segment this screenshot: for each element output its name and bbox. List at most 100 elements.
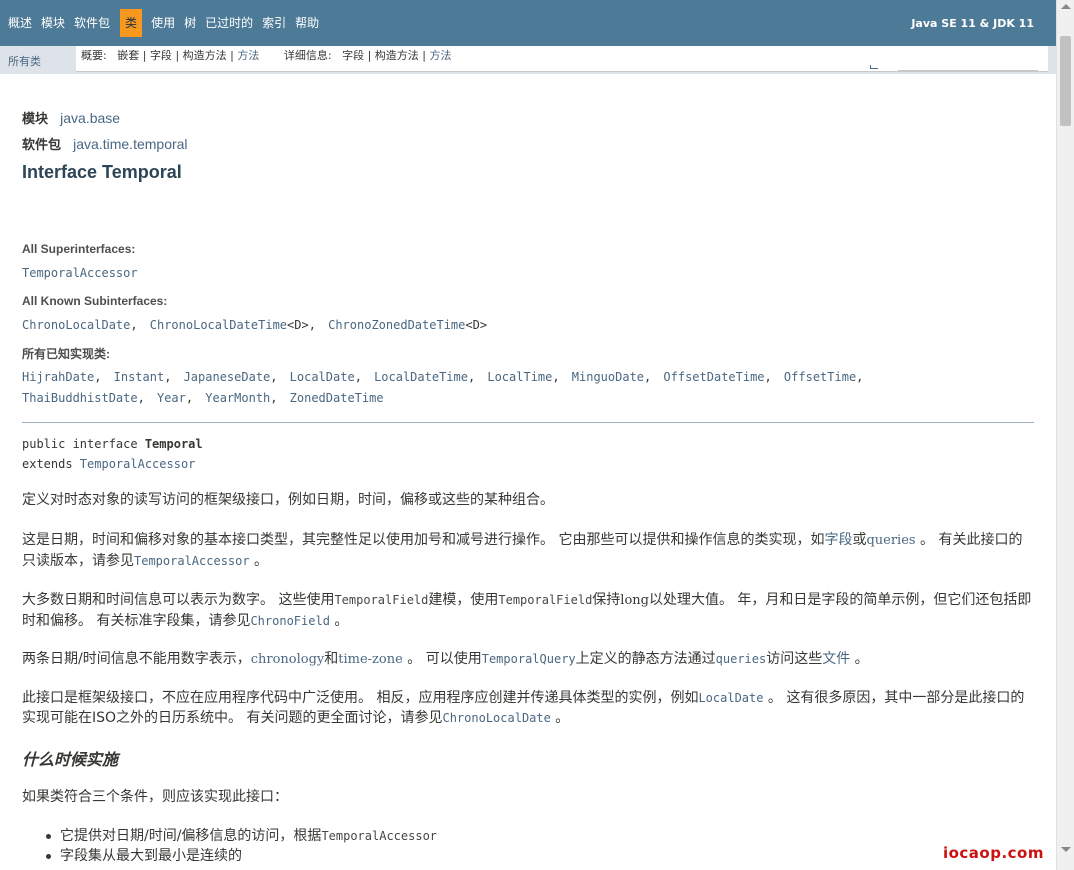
detail-method-link[interactable]: 方法 [430,49,452,62]
scroll-down-icon[interactable] [1061,847,1071,852]
sub-nav-links: 概要: 嵌套 | 字段 | 构造方法 | 方法 详细信息: 字段 | 构造方法 … [76,46,1048,72]
description-p1: 定义对时态对象的读写访问的框架级接口，例如日期，时间，偏移或这些的某种组合。 [22,492,554,508]
vertical-scrollbar[interactable] [1056,0,1074,870]
code-link[interactable]: ChronoLocalDate [442,711,550,725]
superinterface-link[interactable]: TemporalAccessor [22,266,138,280]
decl-extends: extends [22,457,80,471]
summary-nested: 嵌套 [117,49,140,62]
nav-tree[interactable]: 树 [180,9,200,37]
fields-link[interactable]: 字段 [824,532,852,548]
subinterface-link[interactable]: ChronoLocalDateTime [150,318,287,332]
text: 和 [324,651,339,667]
class-link[interactable]: OffsetTime [784,370,856,384]
top-nav-bar: 概述 模块 软件包 类 使用 树 已过时的 索引 帮助 Java SE 11 &… [0,0,1056,46]
nav-class[interactable]: 类 [120,9,143,37]
decl-name: Temporal [144,437,203,451]
detail-constructor: 构造方法 [374,49,419,62]
list-item: 它提供对日期/时间/偏移信息的访问，根据TemporalAccessor [46,826,437,846]
queries-link[interactable]: queries [866,533,915,548]
when-intro: 如果类符合三个条件，则应该实现此接口： [22,789,288,805]
scroll-up-icon[interactable] [1061,4,1071,9]
sep: | [142,49,147,62]
implementing-classes-list: HijrahDate, Instant, JapaneseDate, Local… [22,367,1032,409]
superinterfaces-label: All Superinterfaces: [22,242,136,256]
sep: | [230,49,234,62]
class-link[interactable]: LocalDateTime [374,370,468,384]
detail-label: 详细信息: [283,49,332,62]
text: 。 [329,613,349,629]
text: 两条日期/时间信息不能用数字表示， [22,651,251,667]
superinterfaces-list: TemporalAccessor [22,263,1032,284]
class-link[interactable]: MinguoDate [572,370,644,384]
class-link[interactable]: LocalDate [290,370,355,384]
summary-constructor: 构造方法 [182,49,227,62]
code-link[interactable]: TemporalQuery [482,652,576,666]
nav-index[interactable]: 索引 [258,9,290,37]
nav-deprecated[interactable]: 已过时的 [201,9,257,37]
code-text: long [620,593,649,608]
description-p4: 两条日期/时间信息不能用数字表示，chronology和time-zone 。 … [22,649,1032,670]
class-link[interactable]: HijrahDate [22,370,94,384]
class-link[interactable]: ZonedDateTime [290,391,384,405]
sub-nav-bar: 所有类 概要: 嵌套 | 字段 | 构造方法 | 方法 详细信息: 字段 | 构… [0,46,1056,74]
nav-module[interactable]: 模块 [37,9,69,37]
code-link[interactable]: LocalDate [698,691,763,705]
subinterface-link[interactable]: ChronoZonedDateTime [328,318,465,332]
watermark: iocaop.com [942,844,1044,862]
class-link[interactable]: OffsetDateTime [663,370,764,384]
chronology-link[interactable]: chronology [251,652,325,667]
summary-method-link[interactable]: 方法 [237,49,259,62]
divider [22,422,1034,423]
page-title: Interface Temporal [22,162,182,182]
time-zone-link[interactable]: time-zone [338,652,403,667]
class-link[interactable]: LocalTime [487,370,552,384]
code-link[interactable]: ChronoField [250,614,329,628]
description-p3: 大多数日期和时间信息可以表示为数字。 这些使用TemporalField建模，使… [22,590,1032,631]
package-link[interactable]: java.time.temporal [73,136,187,152]
module-link[interactable]: java.base [60,110,120,126]
subinterface-link[interactable]: ChronoLocalDate [22,318,130,332]
detail-field: 字段 [342,49,365,62]
class-link[interactable]: ThaiBuddhistDate [22,391,138,405]
text: 这是日期，时间和偏移对象的基本接口类型，其完整性足以使用加号和减号进行操作。 它… [22,532,825,548]
all-classes-link[interactable]: 所有类 [8,53,41,69]
docs-link[interactable]: 文件 [822,651,850,667]
implementing-row-1: HijrahDate, Instant, JapaneseDate, Local… [22,370,864,384]
nav-package[interactable]: 软件包 [70,9,114,37]
code-link[interactable]: TemporalAccessor [134,554,250,568]
generic-param: <D> [465,318,488,332]
description-p2: 这是日期，时间和偏移对象的基本接口类型，其完整性足以使用加号和减号进行操作。 它… [22,530,1032,571]
text: 或 [852,532,867,548]
sep: | [367,49,372,62]
sep: | [175,49,180,62]
summary-field: 字段 [149,49,172,62]
package-label: 软件包 [22,138,62,153]
code-link[interactable]: queries [716,652,767,666]
code-text: TemporalField [334,593,429,607]
text: 此接口是框架级接口，不应在应用程序代码中广泛使用。 相反，应用程序应创建并传递具… [22,690,699,706]
generic-param: <D> [287,318,309,332]
module-row: 模块 java.base [22,108,120,127]
module-label: 模块 [22,112,49,127]
nav-help[interactable]: 帮助 [291,9,323,37]
class-link[interactable]: JapaneseDate [184,370,271,384]
nav-use[interactable]: 使用 [147,9,179,37]
code-text: TemporalField [498,593,593,607]
implementing-classes-label: 所有已知实现类: [22,347,110,361]
class-link[interactable]: Year [157,391,186,405]
class-link[interactable]: YearMonth [205,391,270,405]
scroll-thumb[interactable] [1060,36,1071,126]
subinterfaces-label: All Known Subinterfaces: [22,294,168,308]
text: 大多数日期和时间信息可以表示为数字。 这些使用 [22,592,335,608]
search-input[interactable] [898,70,1038,71]
text: 上定义的静态方法通过 [575,651,716,667]
nav-overview[interactable]: 概述 [4,9,36,37]
decl-extends-link[interactable]: TemporalAccessor [80,457,196,471]
search-icon[interactable] [870,65,878,69]
class-link[interactable]: Instant [114,370,165,384]
text: 。 [550,710,570,726]
text: 访问这些 [766,651,823,667]
text: 。 [249,553,269,569]
summary-label: 概要: [81,49,107,62]
text: 建模，使用 [428,592,499,608]
